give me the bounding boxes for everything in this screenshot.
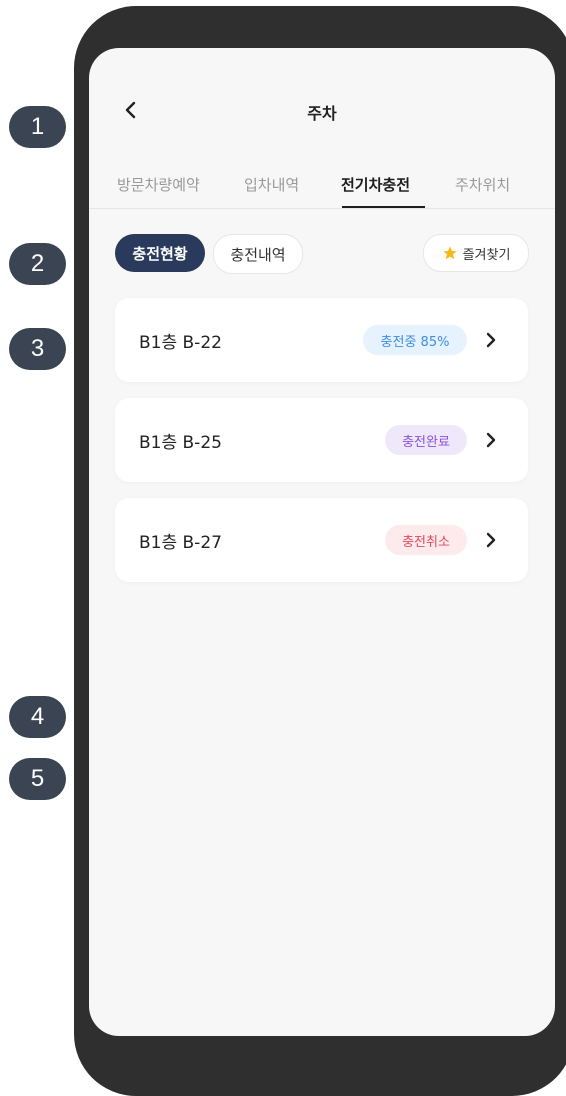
marker-2: 2 [9, 243, 66, 285]
tab-entry-history[interactable]: 입차내역 [244, 174, 299, 195]
header: 주차 [89, 48, 555, 168]
card-title: B1층 B-22 [139, 333, 222, 353]
tab-visitor-reservation[interactable]: 방문차량예약 [117, 174, 200, 195]
page-title: 주차 [307, 104, 337, 123]
charging-card[interactable]: B1층 B-22 충전중 85% [115, 298, 528, 382]
marker-1: 1 [9, 106, 66, 148]
active-tab-indicator [342, 206, 425, 208]
tab-parking-location[interactable]: 주차위치 [455, 174, 510, 195]
tab-bar: 방문차량예약 입차내역 전기차충전 주차위치 [89, 166, 555, 209]
status-badge: 충전중 85% [363, 325, 467, 355]
marker-3: 3 [9, 328, 66, 370]
card-title: B1층 B-27 [139, 533, 222, 553]
app-screen: 주차 방문차량예약 입차내역 전기차충전 주차위치 충전현황 충전내역 즐겨찾기… [89, 48, 555, 1036]
favorites-label: 즐겨찾기 [462, 247, 511, 263]
star-icon [442, 246, 457, 260]
card-title: B1층 B-25 [139, 433, 222, 453]
filter-charging-status[interactable]: 충전현황 [115, 234, 205, 272]
filter-charging-history[interactable]: 충전내역 [213, 234, 303, 274]
favorites-button[interactable]: 즐겨찾기 [423, 234, 529, 272]
chevron-right-icon [481, 430, 501, 450]
marker-5: 5 [9, 758, 66, 800]
status-badge: 충전취소 [385, 525, 467, 555]
tab-ev-charging[interactable]: 전기차충전 [341, 174, 410, 195]
marker-4: 4 [9, 696, 66, 738]
status-badge: 충전완료 [385, 425, 467, 455]
chevron-right-icon [481, 530, 501, 550]
charging-card[interactable]: B1층 B-27 충전취소 [115, 498, 528, 582]
chevron-right-icon [481, 330, 501, 350]
charging-card[interactable]: B1층 B-25 충전완료 [115, 398, 528, 482]
